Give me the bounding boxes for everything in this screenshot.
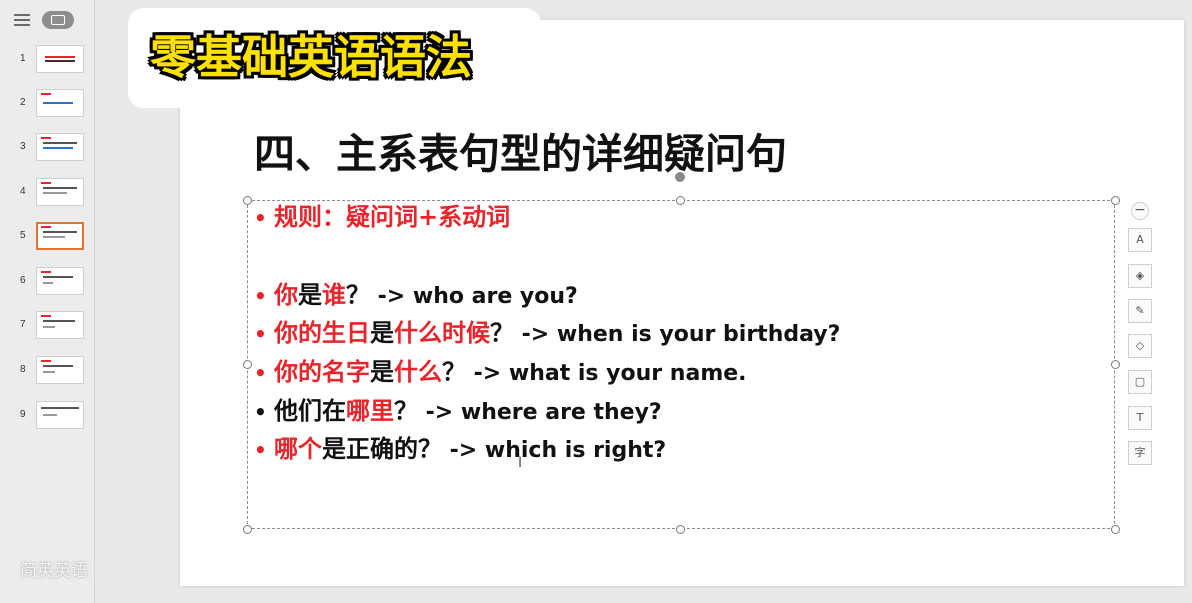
bullet-icon: •	[254, 284, 267, 308]
question-word-text: 谁	[322, 281, 346, 309]
layers-icon[interactable]: ◈	[1128, 264, 1152, 288]
overlay-title: 零基础英语语法	[150, 30, 472, 84]
resize-handle[interactable]	[1111, 196, 1120, 205]
slide-thumbnail-row[interactable]: 2	[0, 89, 94, 123]
thumbnail-number: 1	[20, 53, 26, 64]
slide-thumbnail[interactable]	[36, 133, 84, 161]
english-translation: -> when is your birthday?	[514, 322, 841, 347]
resize-handle[interactable]	[1111, 360, 1120, 369]
rotate-handle-icon[interactable]	[673, 170, 687, 184]
example-line: • 你的生日是什么时候？ -> when is your birthday?	[254, 316, 840, 350]
thumbnail-number: 7	[20, 319, 26, 330]
example-line: • 你是谁？ -> who are you?	[254, 278, 578, 312]
slide-title[interactable]: 四、主系表句型的详细疑问句	[254, 126, 874, 182]
question-mark: ？	[394, 397, 418, 425]
floating-toolbar: − A ◈ ✎ ◇ ▢ T 字	[1124, 198, 1156, 468]
slide-thumbnail-active[interactable]	[36, 222, 84, 250]
question-mark: ？	[442, 358, 466, 386]
brush-icon[interactable]: ✎	[1128, 299, 1152, 323]
question-word-text: 哪里	[346, 397, 394, 425]
thumbnail-number: 3	[20, 141, 26, 152]
slide-thumbnail-row[interactable]: 6	[0, 267, 94, 301]
example-line: • 你的名字是什么？ -> what is your name.	[254, 355, 747, 389]
bullet-icon: •	[254, 206, 267, 230]
slide-thumbnail[interactable]	[36, 267, 84, 295]
thumbnail-number: 2	[20, 97, 26, 108]
text-cursor-icon: I	[518, 455, 523, 471]
example-line: • 哪个是正确的？ -> which is right?	[254, 432, 666, 466]
example-line: • 他们在哪里？ -> where are they?	[254, 394, 662, 428]
verb-text: 是	[370, 358, 394, 386]
slide-thumbnail[interactable]	[36, 178, 84, 206]
watermark: 简英英语	[20, 561, 88, 581]
question-mark: ？	[346, 281, 370, 309]
outline-view-icon[interactable]	[14, 13, 32, 27]
font-icon[interactable]: 字	[1128, 441, 1152, 465]
border-icon[interactable]: ▢	[1128, 370, 1152, 394]
slide-thumbnail-row[interactable]: 7	[0, 311, 94, 345]
fill-icon[interactable]: ◇	[1128, 334, 1152, 358]
subject-text: 他们在	[274, 397, 346, 425]
question-word-text: 什么	[394, 358, 442, 386]
text-style-icon[interactable]: A	[1128, 228, 1152, 252]
verb-text: 是	[370, 319, 394, 347]
bullet-icon: •	[254, 361, 267, 385]
resize-handle[interactable]	[676, 196, 685, 205]
slide-thumbnail-row[interactable]: 9	[0, 401, 94, 435]
slide-thumbnail-row[interactable]: 5	[0, 222, 94, 256]
bullet-icon: •	[254, 322, 267, 346]
verb-text: 是正确的	[322, 435, 418, 463]
resize-handle[interactable]	[243, 360, 252, 369]
collapse-icon[interactable]: −	[1131, 202, 1149, 220]
rule-text: 疑问词+系动词	[346, 203, 511, 231]
thumbnail-number: 6	[20, 275, 26, 286]
question-mark: ？	[418, 435, 442, 463]
slide-thumbnail[interactable]	[36, 311, 84, 339]
text-box-icon[interactable]: T	[1128, 406, 1152, 430]
slide-thumbnail[interactable]	[36, 401, 84, 429]
slide-thumbnail[interactable]	[36, 45, 84, 73]
subject-text: 你	[274, 281, 298, 309]
slide-thumbnail-row[interactable]: 1	[0, 45, 94, 79]
question-mark: ？	[490, 319, 514, 347]
english-translation: -> what is your name.	[466, 361, 747, 386]
slide-view-icon[interactable]	[42, 11, 74, 29]
subject-text: 你的生日	[274, 319, 370, 347]
rule-prefix: 规则：	[274, 203, 346, 231]
verb-text: 是	[298, 281, 322, 309]
question-word-text: 哪个	[274, 435, 322, 463]
thumbnail-number: 9	[20, 409, 26, 420]
resize-handle[interactable]	[676, 525, 685, 534]
subject-text: 你的名字	[274, 358, 370, 386]
bullet-icon: •	[254, 400, 267, 424]
english-translation: -> where are they?	[418, 400, 662, 425]
slide-thumbnail-row[interactable]: 4	[0, 178, 94, 212]
thumbnail-number: 8	[20, 364, 26, 375]
resize-handle[interactable]	[1111, 525, 1120, 534]
slide-thumbnail[interactable]	[36, 89, 84, 117]
question-word-text: 什么时候	[394, 319, 490, 347]
slide-thumbnail[interactable]	[36, 356, 84, 384]
slide-thumbnail-row[interactable]: 3	[0, 133, 94, 167]
thumbnail-number: 5	[20, 230, 26, 241]
english-translation: -> which is right?	[442, 438, 667, 463]
slide-thumbnail-panel: 1 2 3 4 5 6 7 8 9	[0, 0, 95, 603]
resize-handle[interactable]	[243, 525, 252, 534]
panel-view-switcher	[0, 0, 94, 38]
rule-line: • 规则：疑问词+系动词	[254, 200, 510, 234]
slide-thumbnail-row[interactable]: 8	[0, 356, 94, 390]
thumbnail-number: 4	[20, 186, 26, 197]
bullet-icon: •	[254, 438, 267, 462]
resize-handle[interactable]	[243, 196, 252, 205]
english-translation: -> who are you?	[370, 284, 578, 309]
